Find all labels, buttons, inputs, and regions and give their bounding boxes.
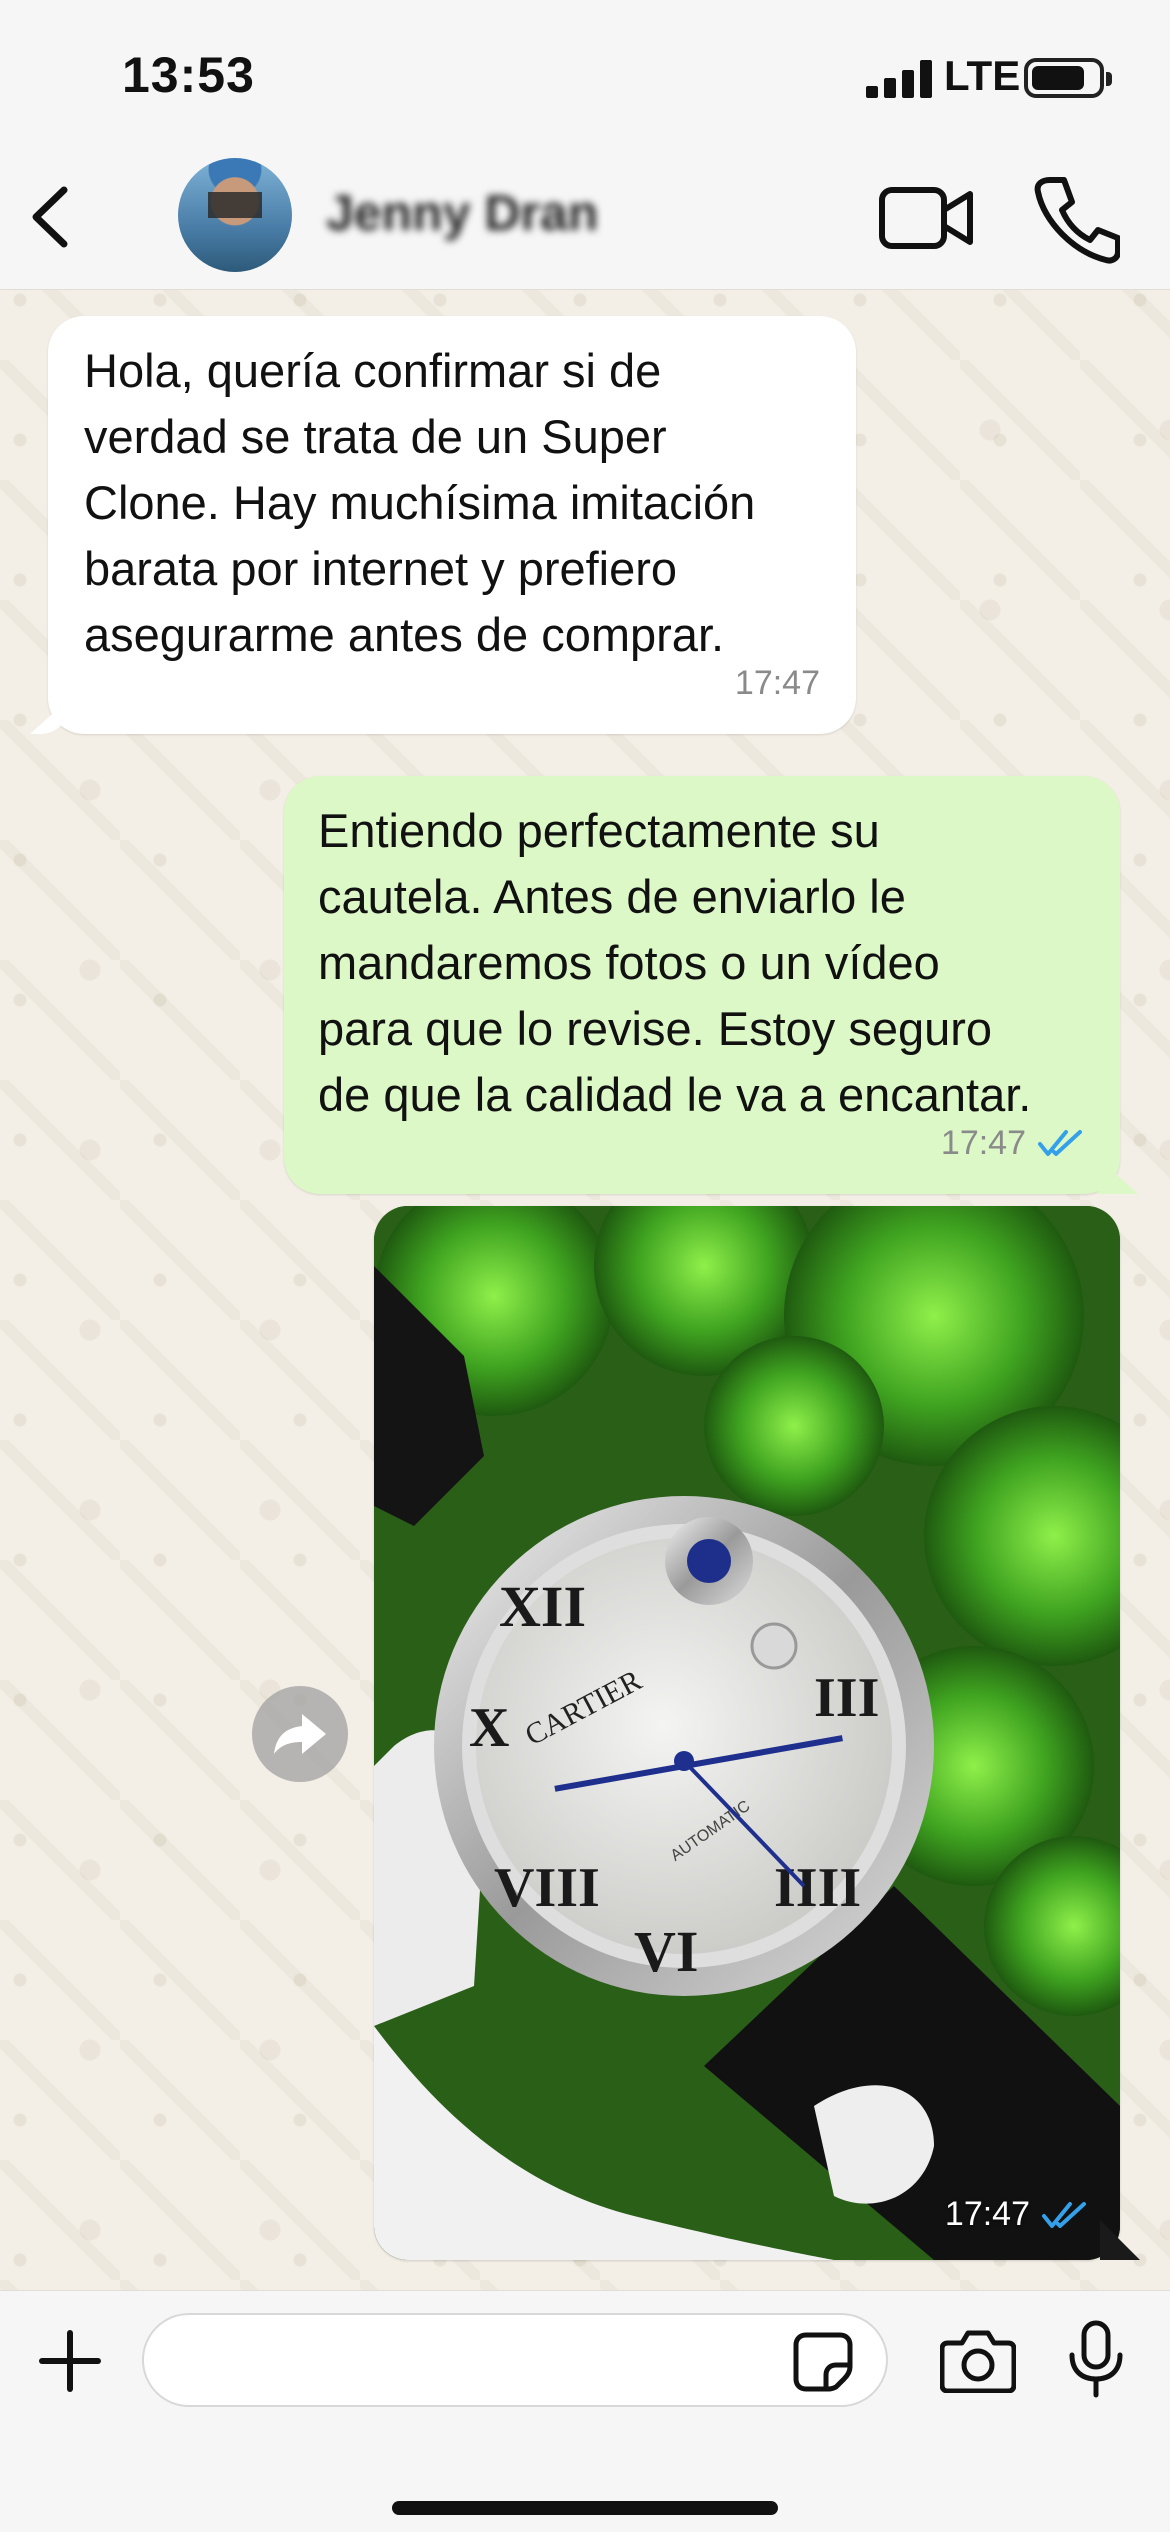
sticker-button[interactable] — [792, 2331, 854, 2393]
watch-photo[interactable]: XII X VIII VI IIII III CARTIER AUTOMATIC — [374, 1206, 1120, 2260]
svg-text:X: X — [469, 1697, 509, 1759]
sticker-icon — [793, 2332, 853, 2392]
message-time: 17:47 — [944, 2195, 1030, 2233]
forward-arrow-icon — [274, 1714, 326, 1754]
message-input[interactable] — [142, 2313, 888, 2407]
chevron-left-icon — [32, 186, 68, 248]
camera-icon — [939, 2330, 1017, 2394]
network-type: LTE — [944, 52, 1021, 99]
svg-text:VI: VI — [634, 1919, 698, 1984]
microphone-icon — [1069, 2320, 1123, 2398]
video-camera-icon — [879, 187, 973, 249]
message-text: Entiendo perfectamente su cautela. Antes… — [318, 804, 1032, 1121]
message-time: 17:47 — [940, 1124, 1026, 1162]
read-ticks-icon — [1038, 1130, 1082, 1156]
contact-avatar[interactable] — [178, 158, 292, 272]
read-ticks-icon — [1042, 2201, 1086, 2228]
status-time: 13:53 — [122, 47, 255, 103]
microphone-button[interactable] — [1066, 2319, 1126, 2399]
message-meta: 17:47 — [735, 650, 820, 716]
attach-button[interactable] — [36, 2327, 104, 2395]
camera-button[interactable] — [939, 2327, 1017, 2394]
image-message[interactable]: XII X VIII VI IIII III CARTIER AUTOMATIC… — [374, 1206, 1120, 2260]
battery-icon — [1024, 58, 1112, 98]
signal-strength-icon — [866, 60, 934, 98]
outgoing-message[interactable]: Entiendo perfectamente su cautela. Antes… — [284, 776, 1120, 1194]
message-meta: 17:47 — [945, 2195, 1088, 2234]
message-text: Hola, quería confirmar si de verdad se t… — [84, 344, 756, 661]
message-time: 17:47 — [734, 664, 820, 702]
video-call-button[interactable] — [876, 178, 976, 258]
svg-text:XII: XII — [499, 1574, 586, 1639]
home-indicator — [392, 2501, 778, 2515]
phone-icon — [1034, 177, 1121, 264]
back-button[interactable] — [14, 172, 94, 262]
plus-icon — [39, 2330, 101, 2392]
chat-header: Jenny Dran — [0, 150, 1170, 290]
message-composer — [0, 2290, 1170, 2532]
voice-call-button[interactable] — [1030, 170, 1121, 266]
svg-text:VIII: VIII — [494, 1857, 600, 1919]
contact-name[interactable]: Jenny Dran — [326, 184, 598, 242]
message-meta: 17:47 — [941, 1110, 1084, 1176]
svg-text:III: III — [814, 1667, 879, 1729]
incoming-message[interactable]: Hola, quería confirmar si de verdad se t… — [48, 316, 856, 734]
forward-button[interactable] — [252, 1686, 348, 1782]
status-bar: 13:53 LTE — [0, 0, 1170, 150]
